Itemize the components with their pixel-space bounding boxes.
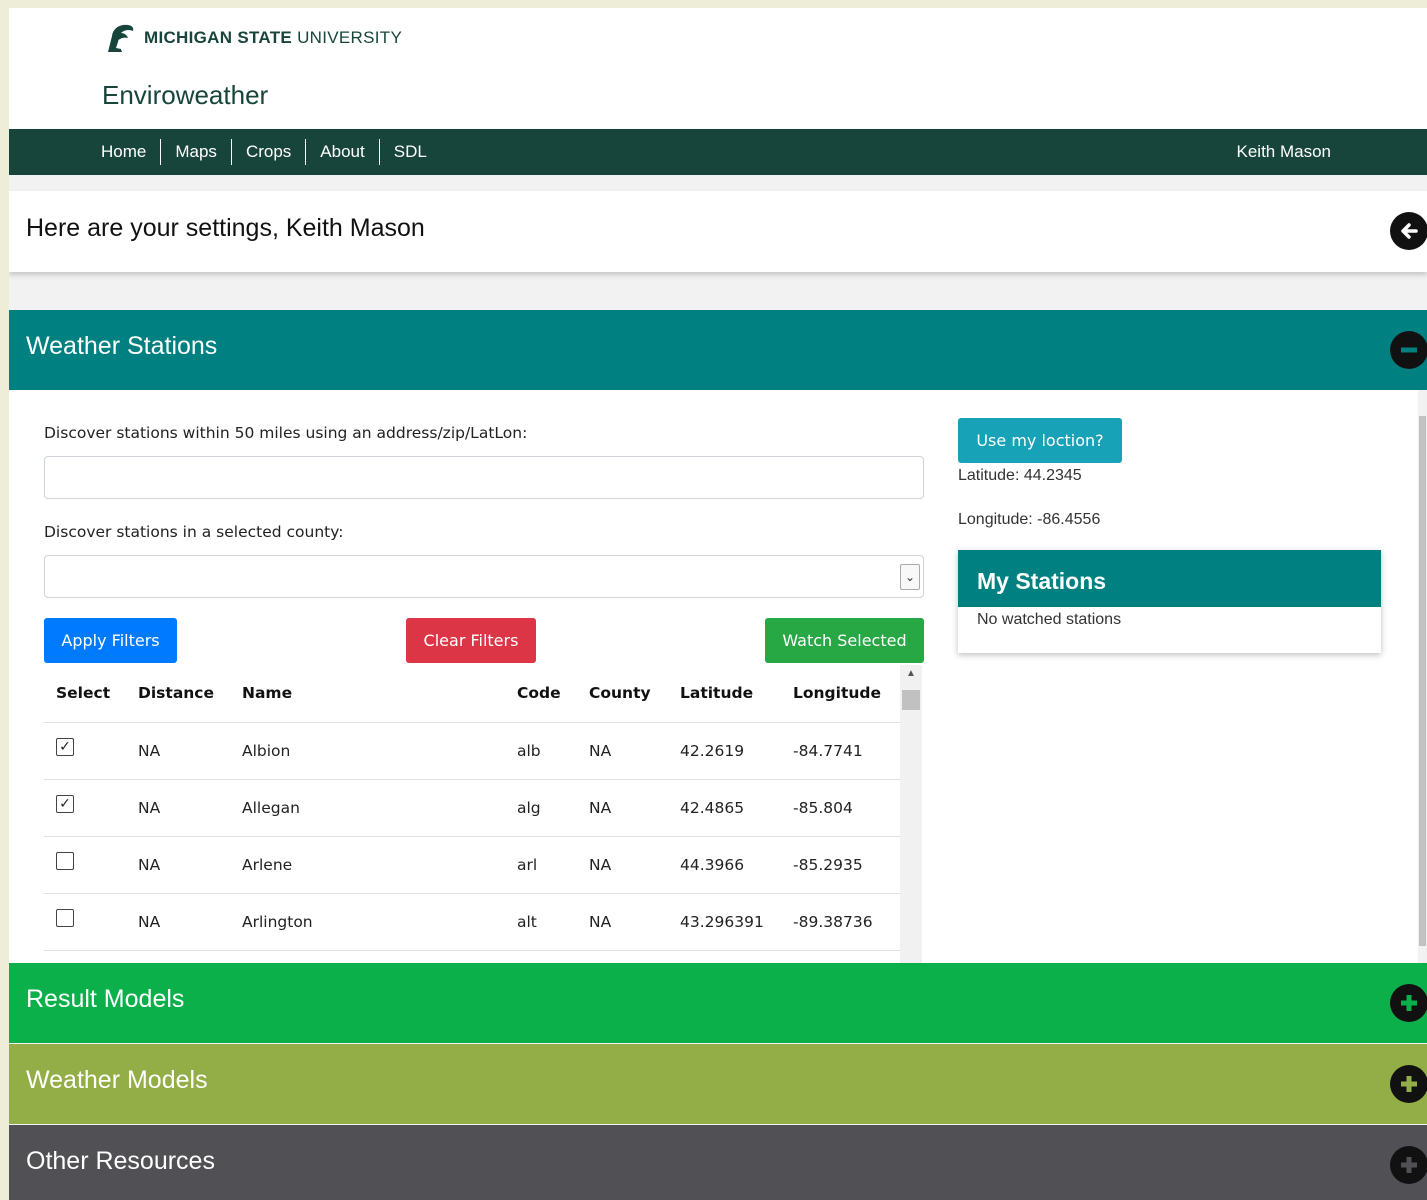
nav-sdl[interactable]: SDL (380, 139, 441, 165)
expand-plus-icon[interactable] (1390, 984, 1427, 1022)
nav-about[interactable]: About (306, 139, 380, 165)
col-code[interactable]: Code (505, 665, 577, 723)
cell-code: arl (505, 836, 577, 894)
cell-distance: NA (126, 722, 230, 780)
weather-stations-title: Weather Stations (26, 332, 218, 360)
table-scrollbar[interactable]: ▲ (900, 665, 922, 963)
cell-longitude: -85.804 (781, 779, 900, 837)
back-arrow-icon[interactable] (1390, 212, 1427, 250)
settings-title: Here are your settings, Keith Mason (26, 214, 425, 242)
row-checkbox[interactable]: ✓ (56, 737, 74, 756)
apply-filters-button[interactable]: Apply Filters (44, 618, 177, 663)
cell-name: Albion (230, 722, 505, 780)
result-models-header[interactable]: Result Models (9, 963, 1427, 1043)
my-stations-title: My Stations (958, 550, 1381, 607)
cell-county: NA (577, 779, 668, 837)
use-my-location-button[interactable]: Use my loction? (958, 418, 1122, 463)
page: MICHIGAN STATE UNIVERSITY Enviroweather H… (9, 8, 1427, 1200)
weather-models-title: Weather Models (26, 1066, 208, 1094)
address-input[interactable] (44, 456, 924, 499)
cell-name: Arlington (230, 893, 505, 951)
table-row: NA Arlene arl NA 44.3966 -85.2935 (44, 836, 900, 894)
clear-filters-button[interactable]: Clear Filters (406, 618, 536, 663)
row-checkbox[interactable]: ✓ (56, 794, 74, 813)
cell-latitude: 44.3966 (668, 836, 781, 894)
cell-distance: NA (126, 779, 230, 837)
cell-name: Allegan (230, 779, 505, 837)
other-resources-title: Other Resources (26, 1147, 215, 1175)
msu-wordmark-light: UNIVERSITY (297, 28, 403, 47)
table-row: ✓ NA Albion alb NA 42.2619 -84.7741 (44, 722, 900, 780)
cell-county: NA (577, 722, 668, 780)
cell-latitude: 42.2619 (668, 722, 781, 780)
stations-table: Select Distance Name Code County Latitud… (44, 665, 900, 951)
other-resources-header[interactable]: Other Resources (9, 1125, 1427, 1200)
col-select[interactable]: Select (44, 665, 126, 723)
col-distance[interactable]: Distance (126, 665, 230, 723)
cell-distance: NA (126, 893, 230, 951)
cell-distance: NA (126, 836, 230, 894)
site-title[interactable]: Enviroweather (102, 80, 268, 111)
expand-plus-icon[interactable] (1390, 1146, 1427, 1184)
cell-county: NA (577, 836, 668, 894)
panel-scrollbar[interactable] (1418, 390, 1427, 963)
brand-header: MICHIGAN STATE UNIVERSITY Enviroweather (9, 8, 1427, 129)
cell-longitude: -85.2935 (781, 836, 900, 894)
cell-latitude: 43.296391 (668, 893, 781, 951)
row-checkbox[interactable] (56, 908, 74, 927)
county-select[interactable]: ⌄ (44, 555, 924, 598)
nav-links: Home Maps Crops About SDL (87, 129, 441, 175)
discover-address-label: Discover stations within 50 miles using … (44, 424, 528, 442)
county-label: Discover stations in a selected county: (44, 523, 344, 541)
settings-bar: Here are your settings, Keith Mason (9, 191, 1427, 272)
nav-home[interactable]: Home (87, 139, 162, 165)
weather-stations-header[interactable]: Weather Stations (9, 310, 1427, 390)
latitude-readout: Latitude: 44.2345 (958, 467, 1082, 484)
col-county[interactable]: County (577, 665, 668, 723)
scroll-up-icon[interactable]: ▲ (906, 668, 916, 679)
nav-maps[interactable]: Maps (161, 139, 232, 165)
cell-longitude: -84.7741 (781, 722, 900, 780)
result-models-title: Result Models (26, 985, 185, 1013)
table-header-row: Select Distance Name Code County Latitud… (44, 665, 900, 723)
longitude-readout: Longitude: -86.4556 (958, 511, 1101, 528)
cell-code: alt (505, 893, 577, 951)
watch-selected-button[interactable]: Watch Selected (765, 618, 924, 663)
cell-latitude: 42.4865 (668, 779, 781, 837)
col-name[interactable]: Name (230, 665, 505, 723)
spartan-helmet-icon (108, 24, 134, 52)
cell-county: NA (577, 893, 668, 951)
cell-longitude: -89.38736 (781, 893, 900, 951)
cell-name: Arlene (230, 836, 505, 894)
col-longitude[interactable]: Longitude (781, 665, 900, 723)
nav-user-name[interactable]: Keith Mason (1237, 129, 1332, 175)
cell-code: alb (505, 722, 577, 780)
weather-stations-panel: Discover stations within 50 miles using … (9, 390, 1427, 963)
cell-code: alg (505, 779, 577, 837)
expand-plus-icon[interactable] (1390, 1065, 1427, 1103)
chevron-down-icon[interactable]: ⌄ (900, 564, 920, 590)
my-stations-empty-text: No watched stations (977, 611, 1122, 628)
collapse-minus-icon[interactable] (1390, 331, 1427, 369)
main-nav: Home Maps Crops About SDL Keith Mason (9, 129, 1427, 175)
col-latitude[interactable]: Latitude (668, 665, 781, 723)
row-checkbox[interactable] (56, 851, 74, 870)
table-row: ✓ NA Allegan alg NA 42.4865 -85.804 (44, 779, 900, 837)
table-scroll-thumb[interactable] (902, 690, 920, 710)
table-row: NA Arlington alt NA 43.296391 -89.38736 (44, 893, 900, 951)
my-stations-card: My Stations No watched stations (958, 550, 1381, 653)
msu-logo[interactable]: MICHIGAN STATE UNIVERSITY (102, 22, 402, 54)
weather-models-header[interactable]: Weather Models (9, 1044, 1427, 1124)
msu-wordmark-bold: MICHIGAN STATE (144, 28, 293, 47)
nav-crops[interactable]: Crops (232, 139, 307, 165)
panel-scroll-thumb[interactable] (1419, 416, 1426, 946)
stations-table-container[interactable]: Select Distance Name Code County Latitud… (44, 665, 924, 963)
